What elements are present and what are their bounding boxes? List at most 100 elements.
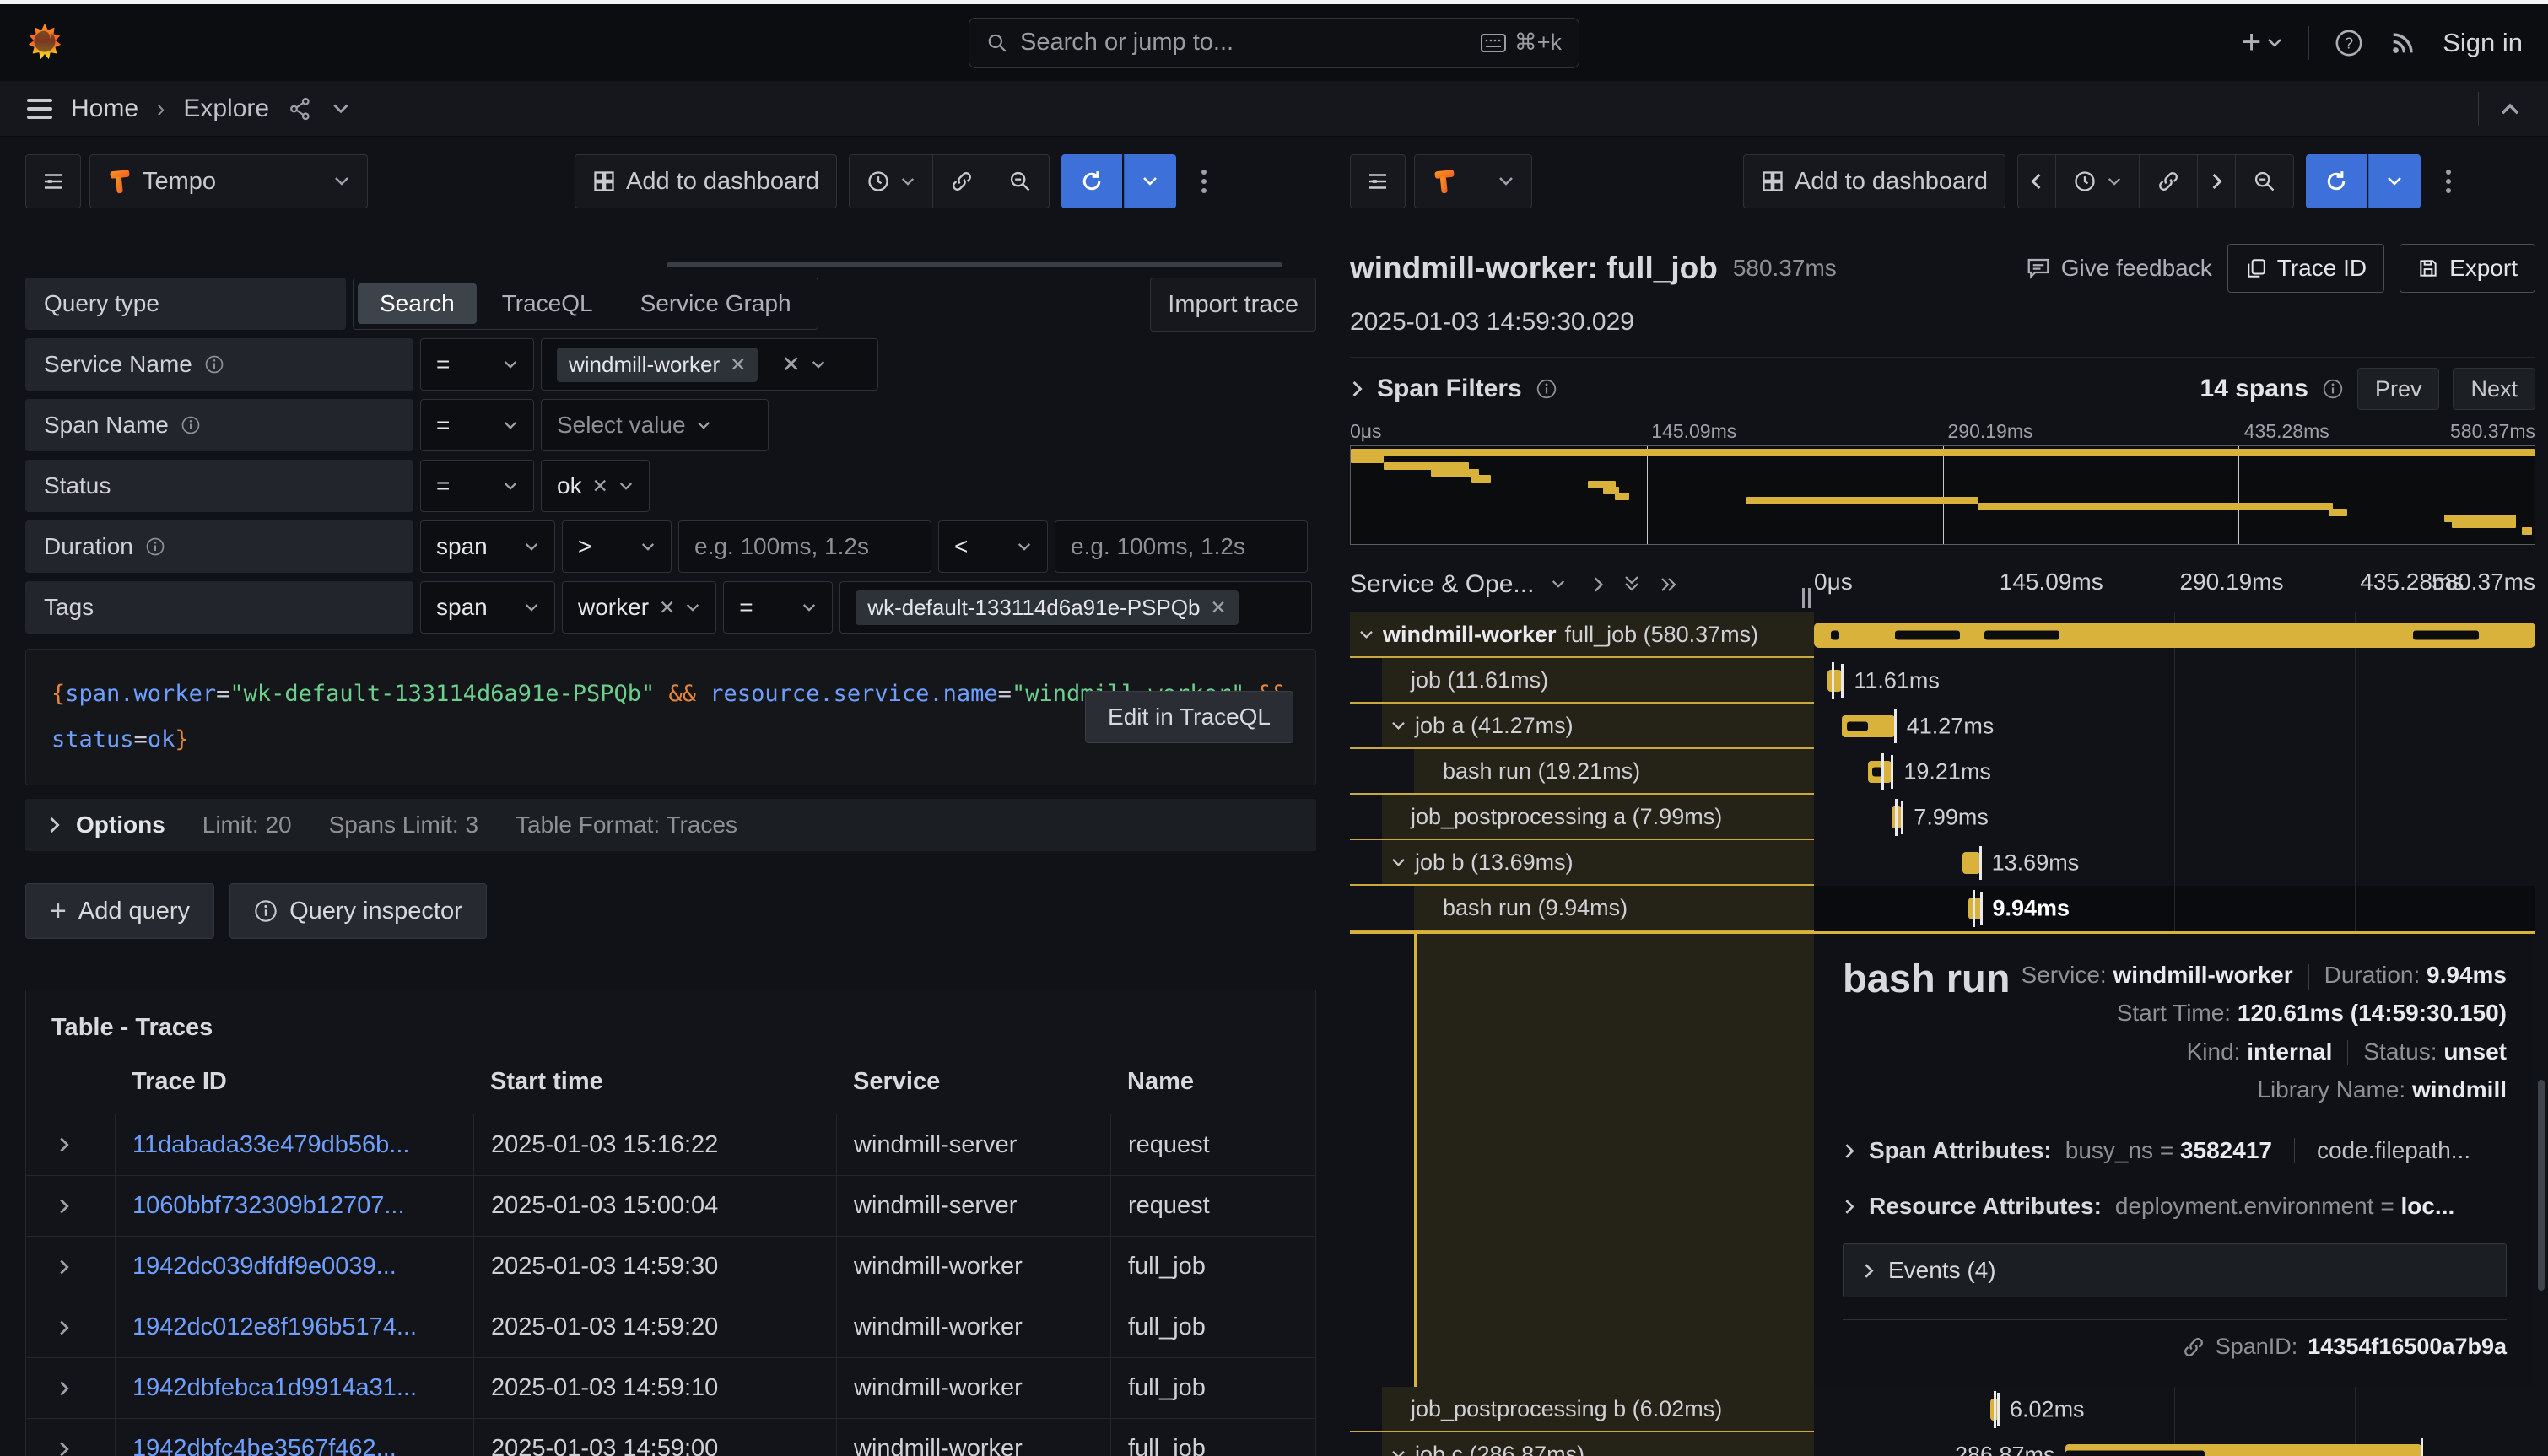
tag-value-chip[interactable]: wk-default-133114d6a91e-PSPQb✕ — [856, 590, 1238, 625]
tag-value-select[interactable]: wk-default-133114d6a91e-PSPQb✕ — [839, 581, 1312, 634]
span-row[interactable]: job c (286.87ms)286.87ms — [1350, 1432, 2535, 1456]
span-row[interactable]: job b (13.69ms)13.69ms — [1350, 840, 2535, 886]
query-inspector-button[interactable]: Query inspector — [229, 883, 487, 939]
col-name[interactable]: Name — [1110, 1050, 1315, 1114]
chevron-down-icon[interactable] — [332, 102, 350, 116]
span-name[interactable]: job (11.61ms) — [1350, 658, 1814, 704]
row-expander[interactable] — [26, 1176, 115, 1236]
clear-icon[interactable]: ✕ — [781, 352, 801, 378]
zoom-out-button[interactable] — [2235, 154, 2294, 208]
resource-attributes-row[interactable]: Resource Attributes: deployment.environm… — [1843, 1193, 2507, 1220]
span-name[interactable]: bash run (19.21ms) — [1350, 749, 1814, 795]
add-to-dashboard-button[interactable]: Add to dashboard — [1743, 154, 2005, 208]
shift-time-forward-button[interactable] — [2197, 154, 2236, 208]
span-duration-bar[interactable] — [1814, 623, 2535, 648]
span-row[interactable]: bash run (19.21ms)19.21ms — [1350, 749, 2535, 795]
horizontal-scrollbar[interactable] — [667, 262, 1282, 267]
remove-chip-icon[interactable]: ✕ — [1210, 596, 1226, 619]
trace-id-link[interactable]: 1942dc039dfdf9e0039... — [132, 1253, 397, 1281]
col-service[interactable]: Service — [836, 1050, 1110, 1114]
status-operator-select[interactable]: = — [420, 460, 534, 512]
zoom-out-button[interactable] — [991, 154, 1050, 208]
tag-key-select[interactable]: worker✕ — [562, 581, 716, 634]
span-row[interactable]: job_postprocessing b (6.02ms)6.02ms — [1350, 1387, 2535, 1432]
span-duration-bar[interactable] — [1962, 852, 1980, 874]
expander-icon[interactable] — [1358, 629, 1374, 640]
link-icon[interactable] — [2182, 1335, 2205, 1359]
service-name-value-select[interactable]: windmill-worker✕ ✕ — [541, 338, 878, 391]
span-duration-bar[interactable] — [1842, 715, 1894, 737]
import-trace-button[interactable]: Import trace — [1150, 278, 1316, 332]
chevron-right-icon[interactable] — [57, 1197, 70, 1216]
panel-menu-button[interactable] — [1190, 165, 1218, 197]
shift-time-back-button[interactable] — [2017, 154, 2056, 208]
menu-toggle-button[interactable] — [27, 94, 52, 124]
chevron-right-icon[interactable] — [57, 1379, 70, 1398]
edit-in-traceql-button[interactable]: Edit in TraceQL — [1085, 691, 1293, 743]
collapse-all-icon[interactable] — [1623, 574, 1640, 595]
span-bar-cell[interactable]: 6.02ms — [1814, 1387, 2535, 1432]
span-bar-cell[interactable]: 11.61ms — [1814, 658, 2535, 704]
span-bar-cell[interactable]: 13.69ms — [1814, 840, 2535, 886]
export-button[interactable]: Export — [2400, 244, 2535, 293]
row-expander[interactable] — [26, 1358, 115, 1418]
query-options-row[interactable]: Options Limit: 20 Spans Limit: 3 Table F… — [25, 799, 1316, 851]
span-bar-cell[interactable]: 286.87ms — [1814, 1432, 2535, 1456]
span-row[interactable]: windmill-workerfull_job (580.37ms) — [1350, 612, 2535, 658]
row-expander[interactable] — [26, 1237, 115, 1297]
datasource-picker[interactable] — [1414, 154, 1532, 208]
trace-minimap[interactable] — [1350, 445, 2535, 545]
span-duration-bar[interactable] — [2065, 1444, 2421, 1456]
span-filters-label[interactable]: Span Filters — [1377, 375, 1522, 403]
chevron-right-icon[interactable] — [57, 1440, 70, 1456]
time-picker-button[interactable] — [2055, 154, 2140, 208]
query-type-traceql[interactable]: TraceQL — [480, 283, 615, 324]
span-duration-bar[interactable] — [1827, 670, 1842, 692]
row-expander[interactable] — [26, 1114, 115, 1175]
next-span-button[interactable]: Next — [2453, 368, 2535, 410]
add-new-button[interactable]: + — [2242, 24, 2283, 62]
remove-value-icon[interactable]: ✕ — [592, 475, 608, 498]
vertical-scrollbar[interactable] — [2538, 1080, 2545, 1291]
span-bar-cell[interactable]: 9.94ms — [1814, 886, 2535, 931]
trace-id-link[interactable]: 1942dbfebca1d9914a31... — [132, 1374, 417, 1402]
trace-id-link[interactable]: 11dabada33e479db56b... — [132, 1131, 409, 1159]
span-bar-cell[interactable]: 19.21ms — [1814, 749, 2535, 795]
copy-link-button[interactable] — [932, 154, 991, 208]
share-icon[interactable] — [288, 96, 313, 121]
breadcrumb-home[interactable]: Home — [71, 94, 138, 123]
span-bar-cell[interactable]: 7.99ms — [1814, 795, 2535, 840]
chevron-right-icon[interactable] — [57, 1258, 70, 1276]
duration-scope-select[interactable]: span — [420, 520, 555, 573]
chevron-right-icon[interactable] — [1350, 379, 1363, 399]
breadcrumb-explore[interactable]: Explore — [183, 94, 269, 123]
span-row[interactable]: job_postprocessing a (7.99ms)7.99ms — [1350, 795, 2535, 840]
span-row[interactable]: bash run (9.94ms)9.94ms — [1350, 886, 2535, 931]
span-row[interactable]: job (11.61ms)11.61ms — [1350, 658, 2535, 704]
tag-operator-select[interactable]: = — [723, 581, 833, 634]
span-attributes-row[interactable]: Span Attributes: busy_ns = 3582417 code.… — [1843, 1137, 2507, 1164]
span-bar-cell[interactable]: 41.27ms — [1814, 704, 2535, 749]
panel-menu-button[interactable] — [2434, 165, 2463, 197]
service-name-chip[interactable]: windmill-worker✕ — [557, 348, 758, 382]
chevron-right-icon[interactable] — [57, 1318, 70, 1337]
remove-tag-icon[interactable]: ✕ — [659, 596, 675, 619]
add-query-button[interactable]: +Add query — [25, 883, 214, 939]
span-duration-bar[interactable] — [1868, 761, 1892, 783]
span-name-value-select[interactable]: Select value — [541, 399, 769, 451]
row-expander[interactable] — [26, 1419, 115, 1456]
expander-icon[interactable] — [1390, 857, 1406, 868]
global-search-input[interactable]: Search or jump to... ⌘+k — [969, 18, 1579, 68]
span-name[interactable]: windmill-workerfull_job (580.37ms) — [1350, 612, 1814, 658]
query-history-button[interactable] — [1350, 154, 1406, 208]
grafana-logo-icon[interactable] — [25, 21, 64, 65]
help-button[interactable]: ? — [2335, 29, 2363, 57]
give-feedback-button[interactable]: Give feedback — [2026, 255, 2212, 282]
sign-in-button[interactable]: Sign in — [2443, 28, 2523, 58]
news-button[interactable] — [2389, 29, 2417, 57]
events-row[interactable]: Events (4) — [1843, 1243, 2507, 1297]
trace-id-link[interactable]: 1060bbf732309b12707... — [132, 1192, 405, 1220]
span-name[interactable]: job a (41.27ms) — [1350, 704, 1814, 749]
collapse-one-icon[interactable] — [1591, 575, 1605, 594]
expander-icon[interactable] — [1390, 1449, 1406, 1456]
